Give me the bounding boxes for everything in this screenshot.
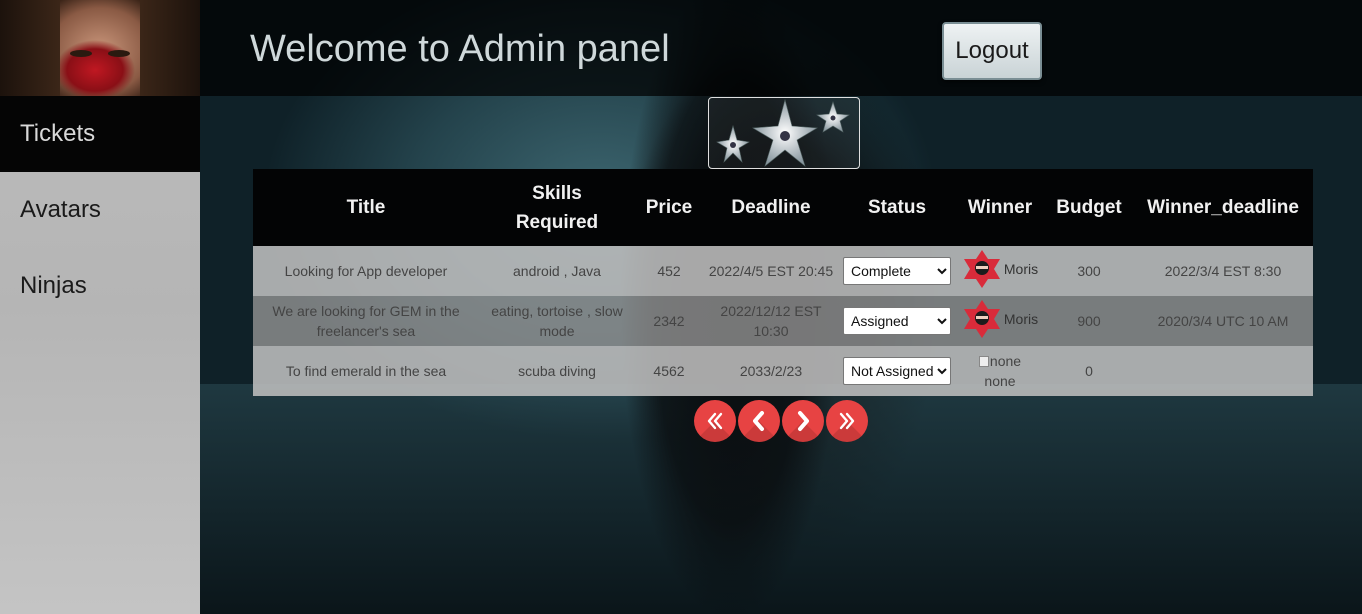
sidebar-item-avatars[interactable]: Avatars — [0, 172, 200, 248]
chevron-right-icon — [798, 411, 809, 431]
cell-skills: eating, tortoise , slow mode — [491, 303, 623, 339]
sidebar-item-tickets[interactable]: Tickets — [0, 96, 200, 172]
winner-name: none — [984, 373, 1016, 389]
column-header-winner: Winner — [967, 197, 1033, 218]
cell-price: 2342 — [653, 313, 685, 329]
next-page-button[interactable] — [782, 400, 824, 442]
winner-name: Moris — [1003, 260, 1039, 277]
pagination — [694, 400, 868, 442]
cell-winner: Moris — [955, 246, 1045, 296]
logout-button[interactable]: Logout — [942, 22, 1042, 80]
double-chevron-left-icon — [707, 412, 723, 430]
prev-page-button[interactable] — [738, 400, 780, 442]
cell-deadline: 2022/12/12 EST 10:30 — [720, 303, 822, 339]
page-title: Welcome to Admin panel — [250, 28, 670, 70]
cell-price: 452 — [657, 263, 681, 279]
admin-avatar — [0, 0, 200, 96]
tickets-table-container: Title Skills Required Price Deadline Sta… — [253, 169, 1313, 396]
cell-budget: 900 — [1077, 313, 1101, 329]
ninja-star-avatar-icon — [963, 249, 1000, 288]
double-chevron-right-icon — [839, 412, 855, 430]
cell-status: Complete — [839, 246, 955, 296]
column-header-status: Status — [867, 197, 927, 218]
cell-budget: 300 — [1077, 263, 1101, 279]
column-header-price: Price — [645, 197, 693, 218]
cell-winner: Moris — [955, 296, 1045, 346]
cell-winner: none none — [955, 346, 1045, 396]
cell-winner-deadline: 2022/3/4 EST 8:30 — [1164, 263, 1282, 279]
winner-name: Moris — [1003, 310, 1039, 327]
cell-deadline: 2033/2/23 — [739, 363, 803, 379]
status-select[interactable]: Not Assigned — [843, 357, 951, 385]
cell-title: To find emerald in the sea — [285, 363, 447, 379]
header: Welcome to Admin panel Logout — [200, 0, 1362, 96]
shuriken-logo-icon — [708, 97, 860, 169]
cell-skills: android , Java — [513, 263, 601, 279]
ninja-star-avatar-icon — [963, 299, 1000, 338]
first-page-button[interactable] — [694, 400, 736, 442]
cell-winner-deadline — [1133, 346, 1313, 396]
cell-price: 4562 — [653, 363, 685, 379]
cell-deadline: 2022/4/5 EST 20:45 — [708, 263, 834, 279]
cell-title: Looking for App developer — [284, 263, 448, 279]
sidebar: Tickets Avatars Ninjas — [0, 0, 200, 614]
column-header-winner-deadline: Winner_deadline — [1147, 197, 1299, 218]
column-header-budget: Budget — [1056, 197, 1122, 218]
cell-skills: scuba diving — [518, 363, 596, 379]
broken-image-icon: none — [955, 351, 1045, 371]
cell-winner-deadline: 2020/3/4 UTC 10 AM — [1157, 313, 1289, 329]
table-row[interactable]: To find emerald in the sea scuba diving … — [253, 346, 1313, 396]
column-header-skills: Skills Required — [515, 182, 599, 233]
last-page-button[interactable] — [826, 400, 868, 442]
chevron-left-icon — [753, 411, 764, 431]
column-header-deadline: Deadline — [731, 197, 811, 218]
cell-status: Not Assigned — [839, 346, 955, 396]
sidebar-item-ninjas[interactable]: Ninjas — [0, 248, 200, 324]
tickets-table: Title Skills Required Price Deadline Sta… — [253, 169, 1313, 396]
cell-title: We are looking for GEM in the freelancer… — [272, 303, 460, 339]
table-row[interactable]: We are looking for GEM in the freelancer… — [253, 296, 1313, 346]
column-header-title: Title — [346, 197, 386, 218]
status-select[interactable]: Complete — [843, 257, 951, 285]
table-header-row: Title Skills Required Price Deadline Sta… — [253, 169, 1313, 246]
cell-budget: 0 — [1085, 363, 1093, 379]
table-row[interactable]: Looking for App developer android , Java… — [253, 246, 1313, 296]
cell-status: Assigned — [839, 296, 955, 346]
status-select[interactable]: Assigned — [843, 307, 951, 335]
